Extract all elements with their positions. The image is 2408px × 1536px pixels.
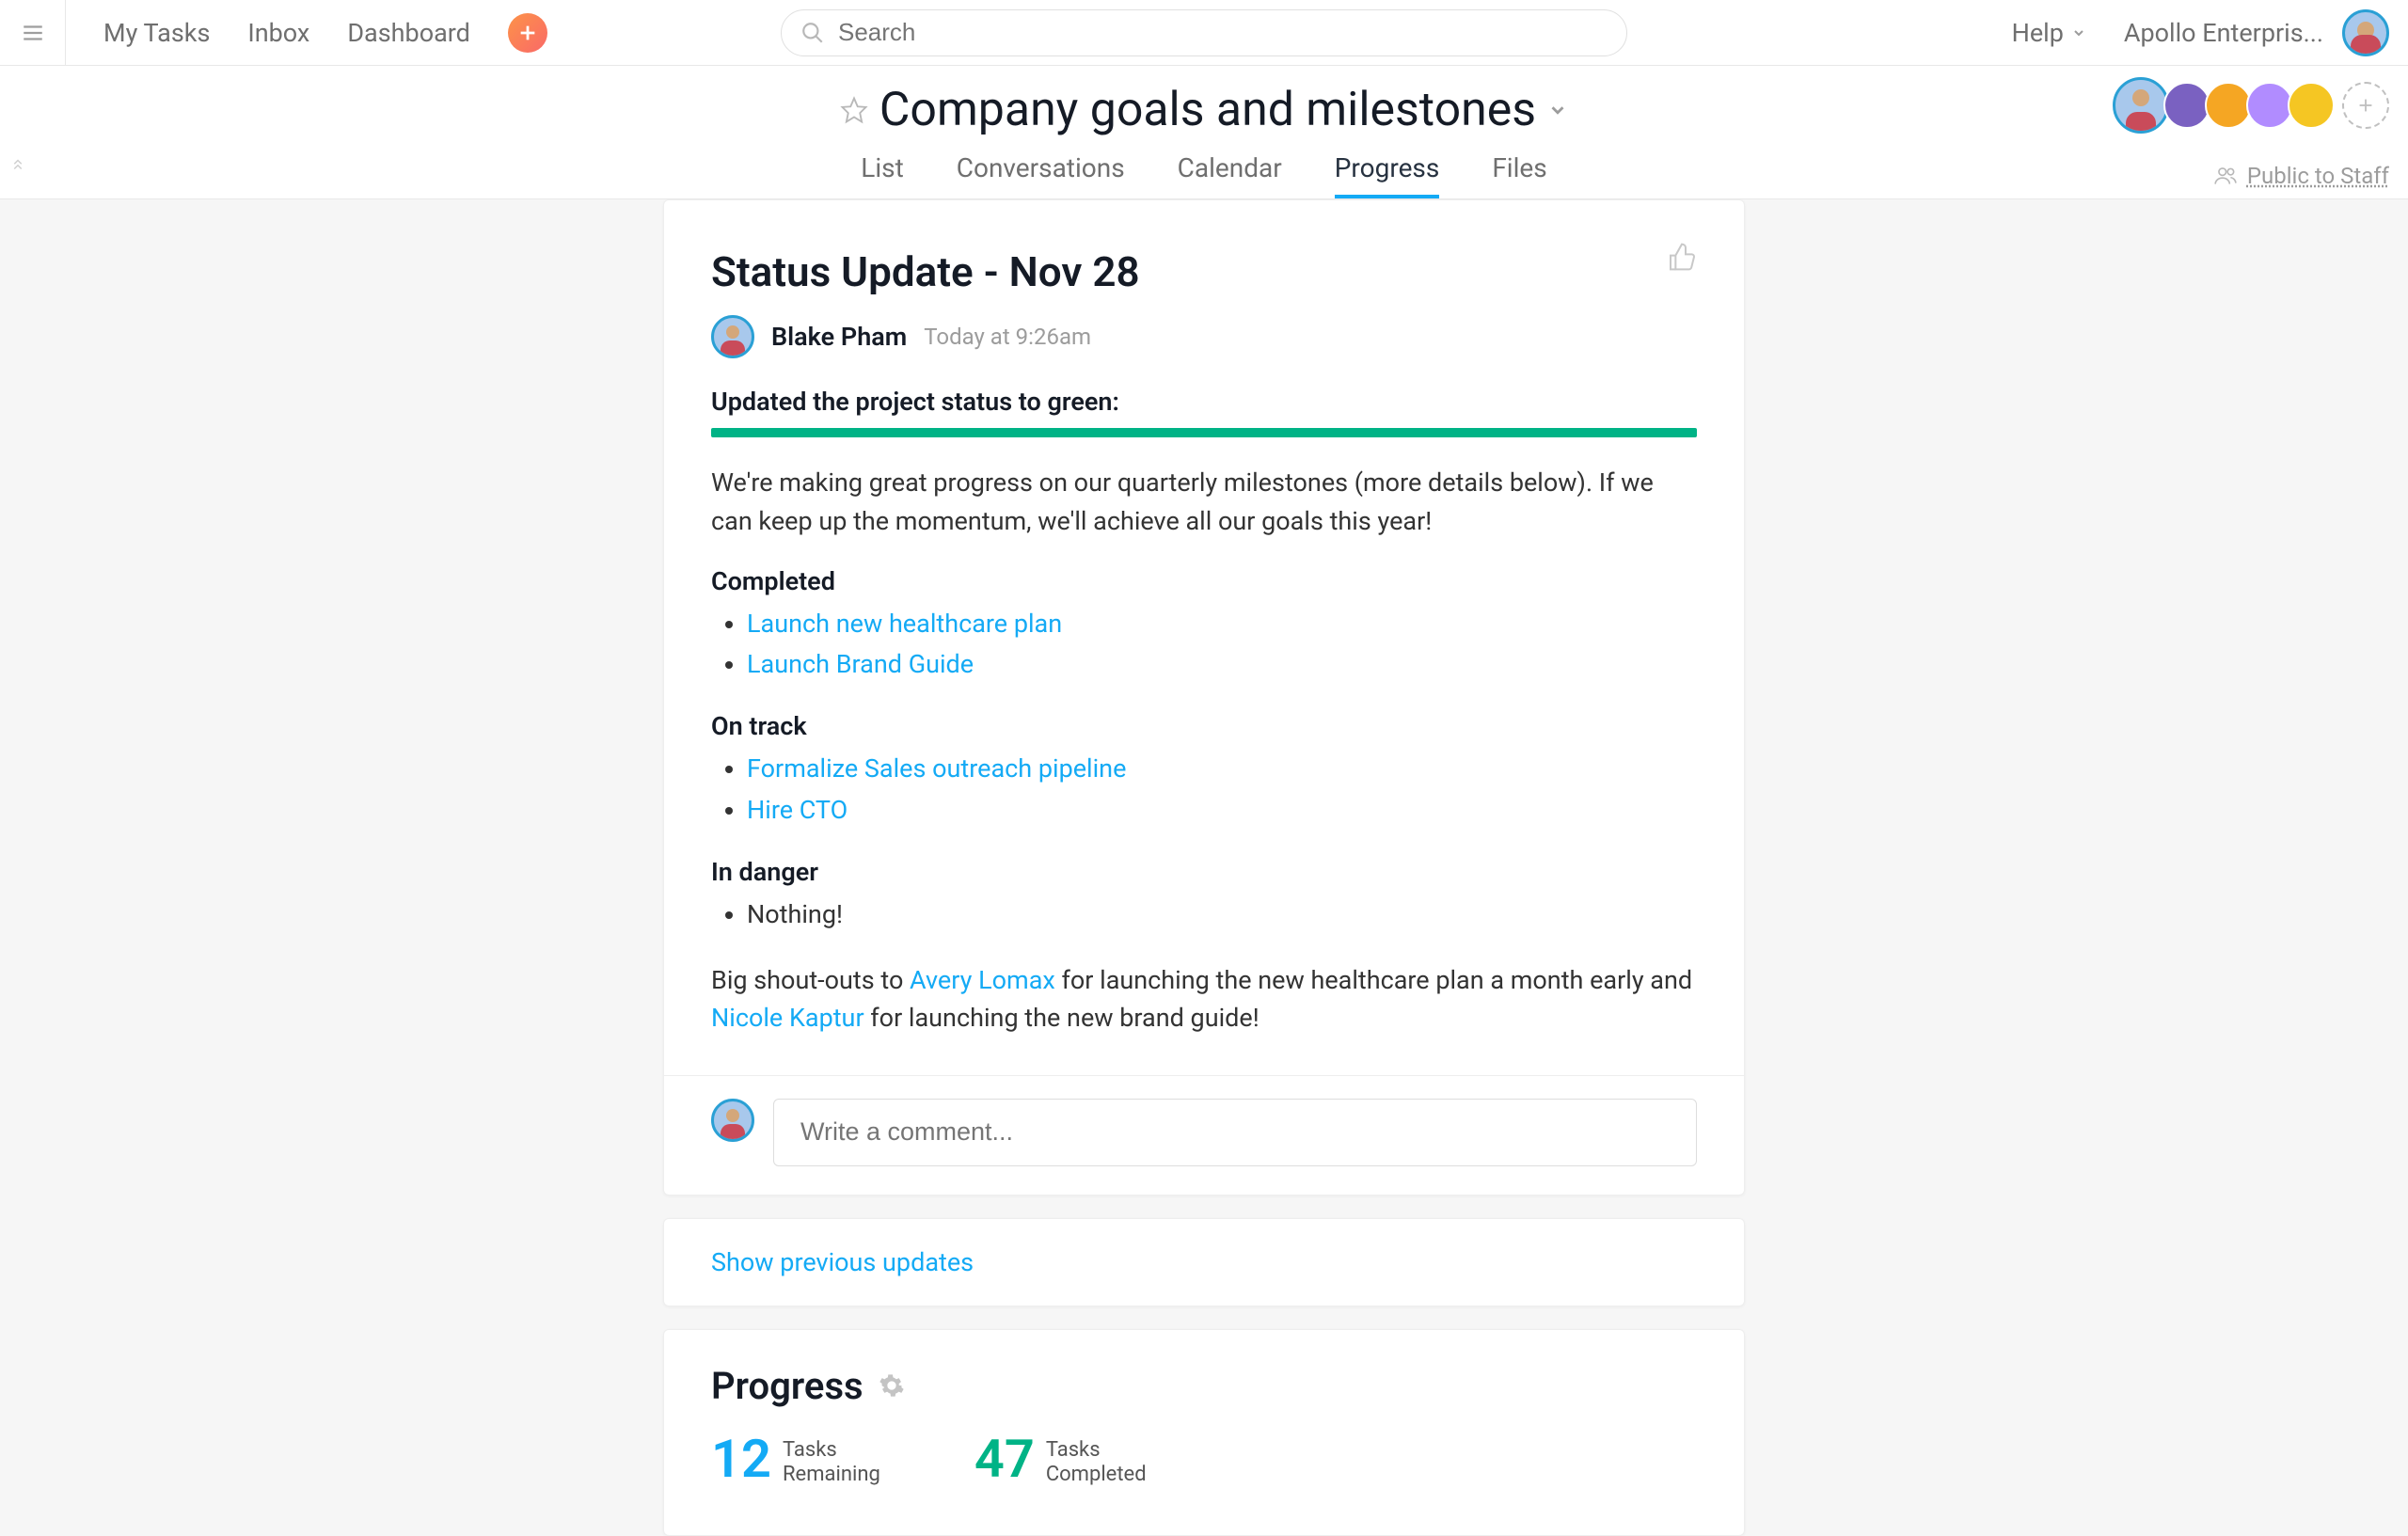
progress-card: Progress 12 Tasks Remaining 47 Tasks Com… (663, 1329, 1745, 1536)
comment-row (664, 1075, 1744, 1195)
project-menu-chevron[interactable] (1547, 100, 1568, 120)
project-title: Company goals and milestones (879, 83, 1536, 137)
task-link[interactable]: Formalize Sales outreach pipeline (747, 753, 1126, 784)
favorite-star-icon[interactable] (840, 96, 868, 124)
plus-icon (517, 23, 538, 43)
add-member-button[interactable] (2342, 82, 2389, 129)
shoutout-text: Big shout-outs to Avery Lomax for launch… (711, 961, 1697, 1037)
member-avatar[interactable] (2288, 82, 2335, 129)
nav-inbox[interactable]: Inbox (247, 18, 309, 48)
tab-list[interactable]: List (861, 152, 904, 198)
people-icon (2213, 164, 2238, 188)
tab-files[interactable]: Files (1492, 152, 1546, 198)
project-tabs: List Conversations Calendar Progress Fil… (0, 152, 2408, 198)
project-members (2122, 77, 2389, 134)
status-body: We're making great progress on our quart… (711, 464, 1697, 540)
progress-title: Progress (711, 1364, 863, 1408)
help-label: Help (2012, 18, 2064, 48)
task-link[interactable]: Launch new healthcare plan (747, 609, 1062, 639)
tab-conversations[interactable]: Conversations (957, 152, 1125, 198)
like-button[interactable] (1667, 242, 1697, 272)
member-avatar[interactable] (2246, 82, 2293, 129)
tab-calendar[interactable]: Calendar (1178, 152, 1282, 198)
status-bar-green (711, 428, 1697, 437)
add-button[interactable] (508, 13, 547, 53)
project-visibility[interactable]: Public to Staff (2213, 163, 2389, 189)
tab-progress[interactable]: Progress (1335, 152, 1440, 198)
chevron-down-icon (1547, 100, 1568, 120)
hamburger-icon (21, 21, 45, 45)
in-danger-item: Nothing! (747, 899, 843, 929)
visibility-label: Public to Staff (2247, 163, 2389, 189)
task-link[interactable]: Hire CTO (747, 795, 848, 825)
current-user-avatar[interactable] (2342, 9, 2389, 56)
remaining-label-1: Tasks (783, 1438, 880, 1463)
member-avatar-owner[interactable] (2113, 77, 2169, 134)
show-previous-updates-link[interactable]: Show previous updates (711, 1247, 974, 1277)
user-mention[interactable]: Nicole Kaptur (711, 1003, 864, 1033)
sidebar-collapse-icon[interactable] (9, 156, 26, 173)
hamburger-menu-button[interactable] (0, 0, 66, 66)
comment-input[interactable] (800, 1117, 1670, 1147)
top-bar: My Tasks Inbox Dashboard Help Apollo Ent… (0, 0, 2408, 66)
stat-completed: 47 Tasks Completed (974, 1433, 1147, 1488)
org-switcher[interactable]: Apollo Enterpris... (2124, 18, 2323, 48)
search-box[interactable] (781, 9, 1627, 56)
member-avatar[interactable] (2205, 82, 2252, 129)
show-previous-card: Show previous updates (663, 1218, 1745, 1306)
help-menu[interactable]: Help (2012, 18, 2086, 48)
section-indanger-heading: In danger (711, 857, 1697, 887)
status-change-line: Updated the project status to green: (711, 387, 1697, 417)
task-link[interactable]: Launch Brand Guide (747, 649, 974, 679)
completed-count: 47 (974, 1433, 1035, 1485)
section-ontrack-heading: On track (711, 711, 1697, 741)
gear-icon (879, 1372, 905, 1399)
main-content: Status Update - Nov 28 Blake Pham Today … (0, 199, 2408, 1536)
author-name[interactable]: Blake Pham (771, 322, 907, 352)
thumbs-up-icon (1667, 242, 1697, 272)
nav-my-tasks[interactable]: My Tasks (103, 18, 210, 48)
search-container (781, 9, 1627, 56)
remaining-label-2: Remaining (783, 1463, 880, 1487)
member-avatar[interactable] (2163, 82, 2210, 129)
section-completed-heading: Completed (711, 566, 1697, 596)
remaining-count: 12 (711, 1433, 771, 1485)
search-input[interactable] (838, 18, 1598, 47)
status-update-card: Status Update - Nov 28 Blake Pham Today … (663, 199, 1745, 1196)
plus-icon (2355, 95, 2376, 116)
status-update-title: Status Update - Nov 28 (711, 247, 1697, 296)
completed-label-2: Completed (1046, 1463, 1147, 1487)
chevron-down-icon (2071, 25, 2086, 40)
stat-remaining: 12 Tasks Remaining (711, 1433, 880, 1488)
project-header: Company goals and milestones List Conver… (0, 66, 2408, 199)
user-mention[interactable]: Avery Lomax (910, 965, 1055, 995)
comment-input-wrap[interactable] (773, 1099, 1697, 1166)
completed-label-1: Tasks (1046, 1438, 1147, 1463)
author-avatar[interactable] (711, 315, 754, 358)
nav-dashboard[interactable]: Dashboard (347, 18, 470, 48)
status-timestamp: Today at 9:26am (924, 324, 1091, 350)
progress-settings-icon[interactable] (879, 1372, 905, 1399)
comment-avatar[interactable] (711, 1099, 754, 1142)
search-icon (800, 21, 825, 45)
